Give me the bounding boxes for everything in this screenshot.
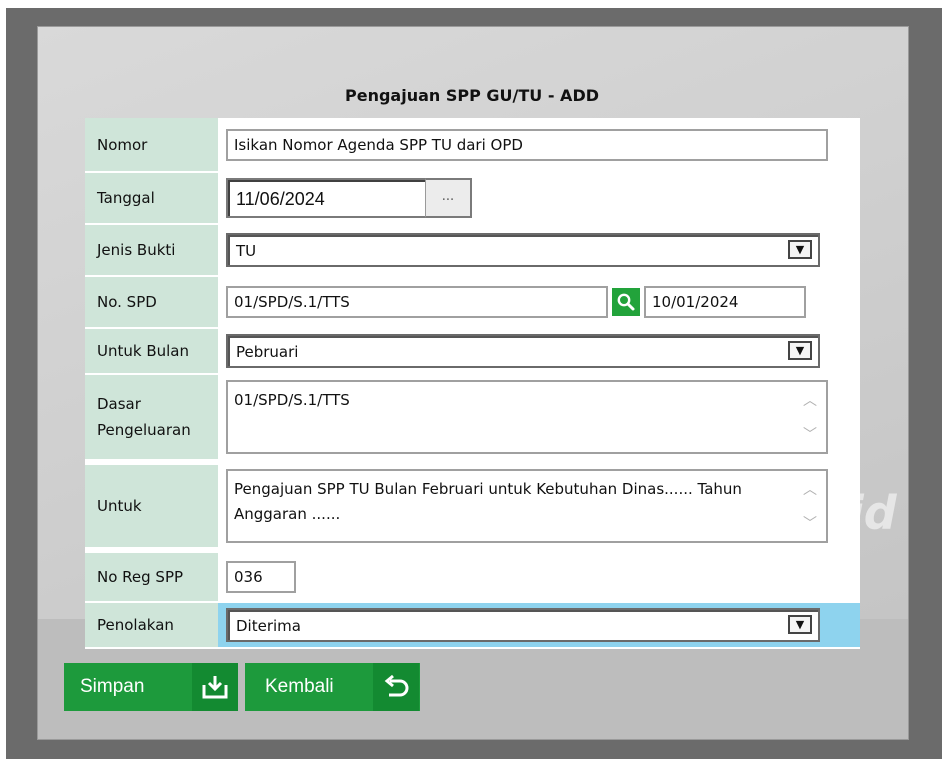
untuk-bulan-value: Pebruari xyxy=(236,343,299,361)
no-reg-spp-input[interactable]: 036 xyxy=(226,561,296,593)
simpan-label: Simpan xyxy=(80,676,145,697)
dasar-pengeluaran-text: 01/SPD/S.1/TTS xyxy=(234,391,350,409)
untuk-text: Pengajuan SPP TU Bulan Februari untuk Ke… xyxy=(234,480,742,523)
scroll-up-icon[interactable]: ︿ xyxy=(800,481,820,499)
spd-date-input[interactable]: 10/01/2024 xyxy=(644,286,806,318)
search-spd-button[interactable] xyxy=(612,288,640,316)
untuk-bulan-select[interactable]: Pebruari ▼ xyxy=(226,334,820,368)
form-title: Pengajuan SPP GU/TU - ADD xyxy=(345,86,599,105)
back-icon-box xyxy=(373,663,419,711)
row-jenis-bukti: Jenis Bukti TU ▼ xyxy=(85,224,860,276)
label-dasar-line2: Pengeluaran xyxy=(97,421,191,439)
row-untuk: Untuk Pengajuan SPP TU Bulan Februari un… xyxy=(85,462,860,550)
chevron-down-icon[interactable]: ▼ xyxy=(788,615,812,634)
row-no-reg-spp: No Reg SPP 036 xyxy=(85,550,860,602)
simpan-button[interactable]: Simpan xyxy=(64,663,238,711)
search-icon xyxy=(617,293,635,311)
row-penolakan: Penolakan Diterima ▼ xyxy=(85,602,860,648)
scroll-down-icon[interactable]: ﹀ xyxy=(800,426,820,444)
row-untuk-bulan: Untuk Bulan Pebruari ▼ xyxy=(85,328,860,374)
label-no-reg-spp: No Reg SPP xyxy=(85,550,218,602)
label-jenis-bukti: Jenis Bukti xyxy=(85,224,218,276)
penolakan-select[interactable]: Diterima ▼ xyxy=(226,608,820,642)
save-icon-box xyxy=(192,663,238,711)
tanggal-input[interactable]: 11/06/2024 xyxy=(226,178,425,218)
download-icon xyxy=(202,676,228,699)
label-nomor: Nomor xyxy=(85,118,218,172)
jenis-bukti-select[interactable]: TU ▼ xyxy=(226,233,820,267)
jenis-bukti-value: TU xyxy=(236,242,257,260)
label-no-spd: No. SPD xyxy=(85,276,218,328)
label-untuk: Untuk xyxy=(85,462,218,550)
chevron-down-icon[interactable]: ▼ xyxy=(788,341,812,360)
row-dasar-pengeluaran: Dasar Pengeluaran 01/SPD/S.1/TTS ︿ ﹀ xyxy=(85,374,860,462)
penolakan-value: Diterima xyxy=(236,617,301,635)
date-picker-button[interactable]: ... xyxy=(425,178,472,218)
undo-icon xyxy=(384,674,409,697)
chevron-down-icon[interactable]: ▼ xyxy=(788,240,812,259)
kembali-label: Kembali xyxy=(265,676,334,697)
row-nomor: Nomor Isikan Nomor Agenda SPP TU dari OP… xyxy=(85,118,860,172)
form-table: Nomor Isikan Nomor Agenda SPP TU dari OP… xyxy=(85,118,860,649)
kembali-button[interactable]: Kembali xyxy=(245,663,420,711)
row-tanggal: Tanggal 11/06/2024... xyxy=(85,172,860,224)
scroll-down-icon[interactable]: ﹀ xyxy=(800,515,820,533)
label-tanggal: Tanggal xyxy=(85,172,218,224)
untuk-textarea[interactable]: Pengajuan SPP TU Bulan Februari untuk Ke… xyxy=(226,469,828,543)
dasar-pengeluaran-textarea[interactable]: 01/SPD/S.1/TTS ︿ ﹀ xyxy=(226,380,828,454)
label-dasar-pengeluaran: Dasar Pengeluaran xyxy=(85,374,218,462)
label-dasar-line1: Dasar xyxy=(97,395,141,413)
row-no-spd: No. SPD 01/SPD/S.1/TTS 10/01/2024 xyxy=(85,276,860,328)
scroll-up-icon[interactable]: ︿ xyxy=(800,392,820,410)
label-penolakan: Penolakan xyxy=(85,602,218,648)
no-spd-input[interactable]: 01/SPD/S.1/TTS xyxy=(226,286,608,318)
label-untuk-bulan: Untuk Bulan xyxy=(85,328,218,374)
nomor-input[interactable]: Isikan Nomor Agenda SPP TU dari OPD xyxy=(226,128,828,161)
